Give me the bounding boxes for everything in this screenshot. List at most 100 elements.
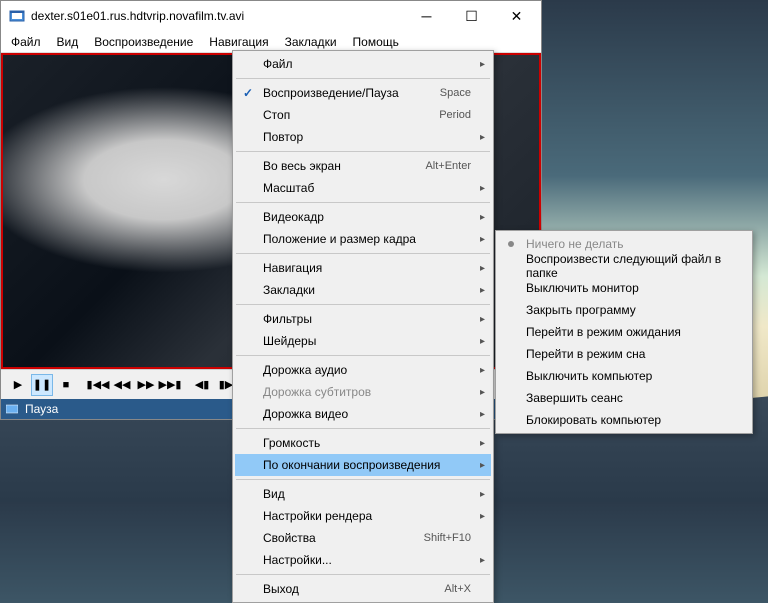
submenu-arrow-icon: ▸ — [480, 555, 485, 566]
menu-item-label: Воспроизведение/Пауза — [263, 86, 440, 100]
menu-file[interactable]: Файл — [3, 32, 49, 52]
context-menu-item[interactable]: ВыходAlt+X — [235, 578, 491, 600]
context-menu-item[interactable]: Во весь экранAlt+Enter — [235, 155, 491, 177]
play-button[interactable]: ▶ — [7, 374, 29, 396]
menu-item-label: Ничего не делать — [526, 237, 730, 251]
context-menu-separator — [236, 253, 490, 254]
submenu-arrow-icon: ▸ — [480, 263, 485, 274]
submenu-arrow-icon: ▸ — [480, 460, 485, 471]
menu-item-label: Завершить сеанс — [526, 391, 730, 405]
context-menu-item[interactable]: Повтор▸ — [235, 126, 491, 148]
menu-item-label: Закрыть программу — [526, 303, 730, 317]
context-menu-item[interactable]: Дорожка видео ▸ — [235, 403, 491, 425]
titlebar[interactable]: dexter.s01e01.rus.hdtvrip.novafilm.tv.av… — [1, 1, 541, 31]
stop-button[interactable]: ■ — [55, 374, 77, 396]
context-menu-item[interactable]: Настройки...▸ — [235, 549, 491, 571]
menu-item-label: Стоп — [263, 108, 439, 122]
context-menu-item[interactable]: СтопPeriod — [235, 104, 491, 126]
menu-item-label: Настройки рендера — [263, 509, 471, 523]
context-menu-item[interactable]: Шейдеры▸ — [235, 330, 491, 352]
submenu-item[interactable]: Выключить компьютер — [498, 365, 750, 387]
submenu-arrow-icon: ▸ — [480, 183, 485, 194]
menu-item-label: Дорожка субтитров — [263, 385, 471, 399]
context-menu-separator — [236, 151, 490, 152]
context-menu-item[interactable]: Настройки рендера ▸ — [235, 505, 491, 527]
submenu-item[interactable]: Перейти в режим ожидания — [498, 321, 750, 343]
menu-item-label: Фильтры — [263, 312, 471, 326]
menu-item-label: Выключить монитор — [526, 281, 730, 295]
menu-item-label: Свойства — [263, 531, 424, 545]
rewind-button[interactable]: ◀◀ — [111, 374, 133, 396]
menu-item-label: Закладки — [263, 283, 471, 297]
pause-button[interactable]: ❚❚ — [31, 374, 53, 396]
menu-item-label: Видеокадр — [263, 210, 471, 224]
menu-view[interactable]: Вид — [49, 32, 87, 52]
context-menu-item[interactable]: Дорожка аудио ▸ — [235, 359, 491, 381]
menu-item-label: Навигация — [263, 261, 471, 275]
context-menu-item[interactable]: СвойстваShift+F10 — [235, 527, 491, 549]
context-menu-item[interactable]: По окончании воспроизведения▸ — [235, 454, 491, 476]
menu-bookmarks[interactable]: Закладки — [277, 32, 345, 52]
context-menu-separator — [236, 428, 490, 429]
submenu-item[interactable]: Закрыть программу — [498, 299, 750, 321]
submenu-item[interactable]: Выключить монитор — [498, 277, 750, 299]
context-menu-item[interactable]: Положение и размер кадра ▸ — [235, 228, 491, 250]
submenu-item[interactable]: Блокировать компьютер — [498, 409, 750, 431]
close-button[interactable]: ✕ — [494, 2, 539, 30]
window-title: dexter.s01e01.rus.hdtvrip.novafilm.tv.av… — [31, 9, 404, 23]
submenu-arrow-icon: ▸ — [480, 489, 485, 500]
context-menu-item[interactable]: Файл ▸ — [235, 53, 491, 75]
submenu-arrow-icon: ▸ — [480, 365, 485, 376]
maximize-button[interactable]: ☐ — [449, 2, 494, 30]
prev-button[interactable]: ▮◀◀ — [87, 374, 109, 396]
submenu-arrow-icon: ▸ — [480, 409, 485, 420]
submenu-arrow-icon: ▸ — [480, 234, 485, 245]
submenu-arrow-icon: ▸ — [480, 59, 485, 70]
menu-item-label: Во весь экран — [263, 159, 425, 173]
menu-item-label: Дорожка видео — [263, 407, 471, 421]
menu-item-label: Положение и размер кадра — [263, 232, 471, 246]
submenu-arrow-icon: ▸ — [480, 314, 485, 325]
menu-item-label: Выключить компьютер — [526, 369, 730, 383]
submenu-item[interactable]: Перейти в режим сна — [498, 343, 750, 365]
menu-navigation[interactable]: Навигация — [201, 32, 276, 52]
menu-item-shortcut: Shift+F10 — [424, 532, 471, 544]
minimize-button[interactable]: ─ — [404, 2, 449, 30]
context-submenu-after-playback: Ничего не делатьВоспроизвести следующий … — [495, 230, 753, 434]
context-menu-item[interactable]: Громкость▸ — [235, 432, 491, 454]
context-menu-item[interactable]: Навигация ▸ — [235, 257, 491, 279]
status-icon — [5, 402, 19, 416]
menu-item-shortcut: Period — [439, 109, 471, 121]
menu-item-label: Воспроизвести следующий файл в папке — [526, 252, 730, 280]
menu-item-label: Дорожка аудио — [263, 363, 471, 377]
submenu-item[interactable]: Воспроизвести следующий файл в папке — [498, 255, 750, 277]
menu-item-label: Файл — [263, 57, 471, 71]
context-menu-item[interactable]: Масштаб ▸ — [235, 177, 491, 199]
next-button[interactable]: ▶▶▮ — [159, 374, 181, 396]
submenu-item[interactable]: Завершить сеанс — [498, 387, 750, 409]
context-menu-item[interactable]: ✓ Воспроизведение/ПаузаSpace — [235, 82, 491, 104]
context-menu-item[interactable]: Дорожка субтитров▸ — [235, 381, 491, 403]
context-menu-separator — [236, 479, 490, 480]
menu-item-shortcut: Space — [440, 87, 471, 99]
menu-item-label: Масштаб — [263, 181, 471, 195]
context-menu-separator — [236, 78, 490, 79]
menu-item-label: Перейти в режим ожидания — [526, 325, 730, 339]
context-menu-item[interactable]: Видеокадр ▸ — [235, 206, 491, 228]
forward-button[interactable]: ▶▶ — [135, 374, 157, 396]
frame-back-button[interactable]: ◀▮ — [191, 374, 213, 396]
menu-item-shortcut: Alt+X — [444, 583, 471, 595]
submenu-arrow-icon: ▸ — [480, 212, 485, 223]
context-menu-main: Файл▸✓Воспроизведение/ПаузаSpaceСтопPeri… — [232, 50, 494, 603]
submenu-arrow-icon: ▸ — [480, 511, 485, 522]
menu-item-label: Блокировать компьютер — [526, 413, 730, 427]
bullet-icon — [508, 241, 514, 247]
context-menu-separator — [236, 304, 490, 305]
context-menu-item[interactable]: Фильтры ▸ — [235, 308, 491, 330]
menu-help[interactable]: Помощь — [345, 32, 407, 52]
context-menu-item[interactable]: Закладки▸ — [235, 279, 491, 301]
check-icon: ✓ — [243, 86, 253, 100]
menu-item-label: Вид — [263, 487, 471, 501]
menu-item-label: Выход — [263, 582, 444, 596]
menu-playback[interactable]: Воспроизведение — [86, 32, 201, 52]
